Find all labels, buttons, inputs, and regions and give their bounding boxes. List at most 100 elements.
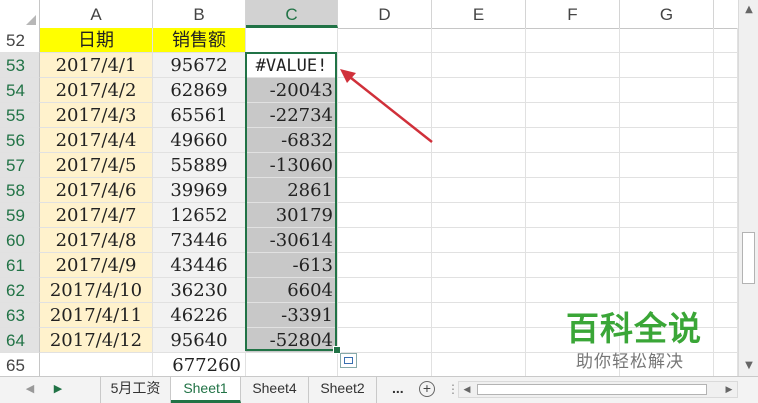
scroll-left-icon[interactable]: ◀: [461, 382, 473, 397]
date-cell[interactable]: 2017/4/12: [40, 328, 153, 353]
cell[interactable]: [620, 203, 714, 228]
cell[interactable]: [338, 228, 432, 253]
cell[interactable]: [620, 28, 714, 53]
sales-cell[interactable]: 95640: [153, 328, 246, 353]
cell[interactable]: [432, 153, 526, 178]
column-header-h[interactable]: [714, 0, 738, 28]
cell[interactable]: [246, 353, 338, 376]
difference-cell[interactable]: -613: [246, 253, 338, 278]
difference-cell[interactable]: 30179: [246, 203, 338, 228]
difference-cell[interactable]: -22734: [246, 103, 338, 128]
cell[interactable]: [432, 253, 526, 278]
difference-cell[interactable]: -6832: [246, 128, 338, 153]
sales-cell[interactable]: 43446: [153, 253, 246, 278]
cell[interactable]: [526, 128, 620, 153]
row-header[interactable]: 57: [0, 153, 40, 178]
sales-cell[interactable]: 95672: [153, 53, 246, 78]
cell[interactable]: [620, 103, 714, 128]
cell[interactable]: [432, 353, 526, 376]
scroll-down-icon[interactable]: ▼: [743, 360, 755, 372]
cell[interactable]: [714, 203, 738, 228]
cell[interactable]: [620, 228, 714, 253]
cell[interactable]: [338, 253, 432, 278]
cell[interactable]: [526, 78, 620, 103]
sales-cell[interactable]: 73446: [153, 228, 246, 253]
cell[interactable]: [714, 353, 738, 376]
vertical-scroll-thumb[interactable]: [742, 232, 755, 284]
cell[interactable]: [526, 28, 620, 53]
tab-prev-icon[interactable]: ◀: [22, 381, 38, 397]
cell[interactable]: [338, 153, 432, 178]
sales-cell[interactable]: 36230: [153, 278, 246, 303]
spreadsheet-grid[interactable]: A B C D E F G 52 日期 销售额 53 2017/4/1 9567…: [0, 0, 738, 376]
sales-cell[interactable]: 39969: [153, 178, 246, 203]
sales-header-cell[interactable]: 销售额: [153, 28, 246, 53]
row-header[interactable]: 54: [0, 78, 40, 103]
quick-analysis-icon[interactable]: [340, 353, 357, 368]
column-header-d[interactable]: D: [338, 0, 432, 28]
cell[interactable]: [714, 303, 738, 328]
row-header[interactable]: 65: [0, 353, 40, 376]
cell[interactable]: [432, 103, 526, 128]
sales-cell[interactable]: 55889: [153, 153, 246, 178]
row-header[interactable]: 55: [0, 103, 40, 128]
tab-5yue-gongzi[interactable]: 5月工资: [100, 377, 171, 403]
cell[interactable]: [338, 203, 432, 228]
cell[interactable]: [432, 303, 526, 328]
cell[interactable]: [246, 28, 338, 53]
cell[interactable]: [526, 103, 620, 128]
difference-cell[interactable]: -30614: [246, 228, 338, 253]
date-cell[interactable]: 2017/4/3: [40, 103, 153, 128]
column-header-e[interactable]: E: [432, 0, 526, 28]
row-header[interactable]: 61: [0, 253, 40, 278]
column-header-c[interactable]: C: [246, 0, 338, 28]
row-header[interactable]: 53: [0, 53, 40, 78]
cell[interactable]: [714, 28, 738, 53]
date-cell[interactable]: 2017/4/7: [40, 203, 153, 228]
date-cell[interactable]: 2017/4/8: [40, 228, 153, 253]
tab-sheet2[interactable]: Sheet2: [309, 377, 377, 403]
cell[interactable]: [714, 53, 738, 78]
cell[interactable]: [714, 78, 738, 103]
date-cell[interactable]: 2017/4/2: [40, 78, 153, 103]
cell[interactable]: [432, 178, 526, 203]
horizontal-scroll-thumb[interactable]: [477, 384, 707, 395]
tab-sheet4[interactable]: Sheet4: [241, 377, 309, 403]
sales-cell[interactable]: 65561: [153, 103, 246, 128]
difference-cell-active[interactable]: #VALUE!: [246, 53, 338, 78]
cell[interactable]: [338, 278, 432, 303]
row-header[interactable]: 56: [0, 128, 40, 153]
sales-cell[interactable]: 12652: [153, 203, 246, 228]
cell[interactable]: [714, 153, 738, 178]
more-tabs-button[interactable]: ...: [392, 377, 404, 403]
row-header[interactable]: 62: [0, 278, 40, 303]
date-cell[interactable]: 2017/4/1: [40, 53, 153, 78]
row-header[interactable]: 64: [0, 328, 40, 353]
cell[interactable]: [432, 228, 526, 253]
cell[interactable]: [714, 328, 738, 353]
cell[interactable]: [432, 203, 526, 228]
add-sheet-icon[interactable]: +: [419, 381, 435, 397]
cell[interactable]: [432, 53, 526, 78]
vertical-scrollbar[interactable]: ▲ ▼: [738, 0, 758, 376]
cell[interactable]: [620, 153, 714, 178]
cell[interactable]: [714, 228, 738, 253]
difference-cell[interactable]: 6604: [246, 278, 338, 303]
tab-sheet1[interactable]: Sheet1: [171, 377, 241, 403]
difference-cell[interactable]: -52804: [246, 328, 338, 353]
cell[interactable]: [432, 328, 526, 353]
cell[interactable]: [338, 328, 432, 353]
date-cell[interactable]: 2017/4/11: [40, 303, 153, 328]
cell[interactable]: [714, 178, 738, 203]
scroll-right-icon[interactable]: ▶: [723, 382, 735, 397]
sales-cell[interactable]: 62869: [153, 78, 246, 103]
date-header-cell[interactable]: 日期: [40, 28, 153, 53]
cell[interactable]: [432, 278, 526, 303]
cell[interactable]: [40, 353, 153, 376]
cell[interactable]: [714, 128, 738, 153]
cell[interactable]: [526, 228, 620, 253]
split-handle-icon[interactable]: ⋮: [447, 382, 459, 396]
row-header[interactable]: 59: [0, 203, 40, 228]
horizontal-scrollbar[interactable]: ◀ ▶: [458, 381, 738, 398]
column-header-g[interactable]: G: [620, 0, 714, 28]
